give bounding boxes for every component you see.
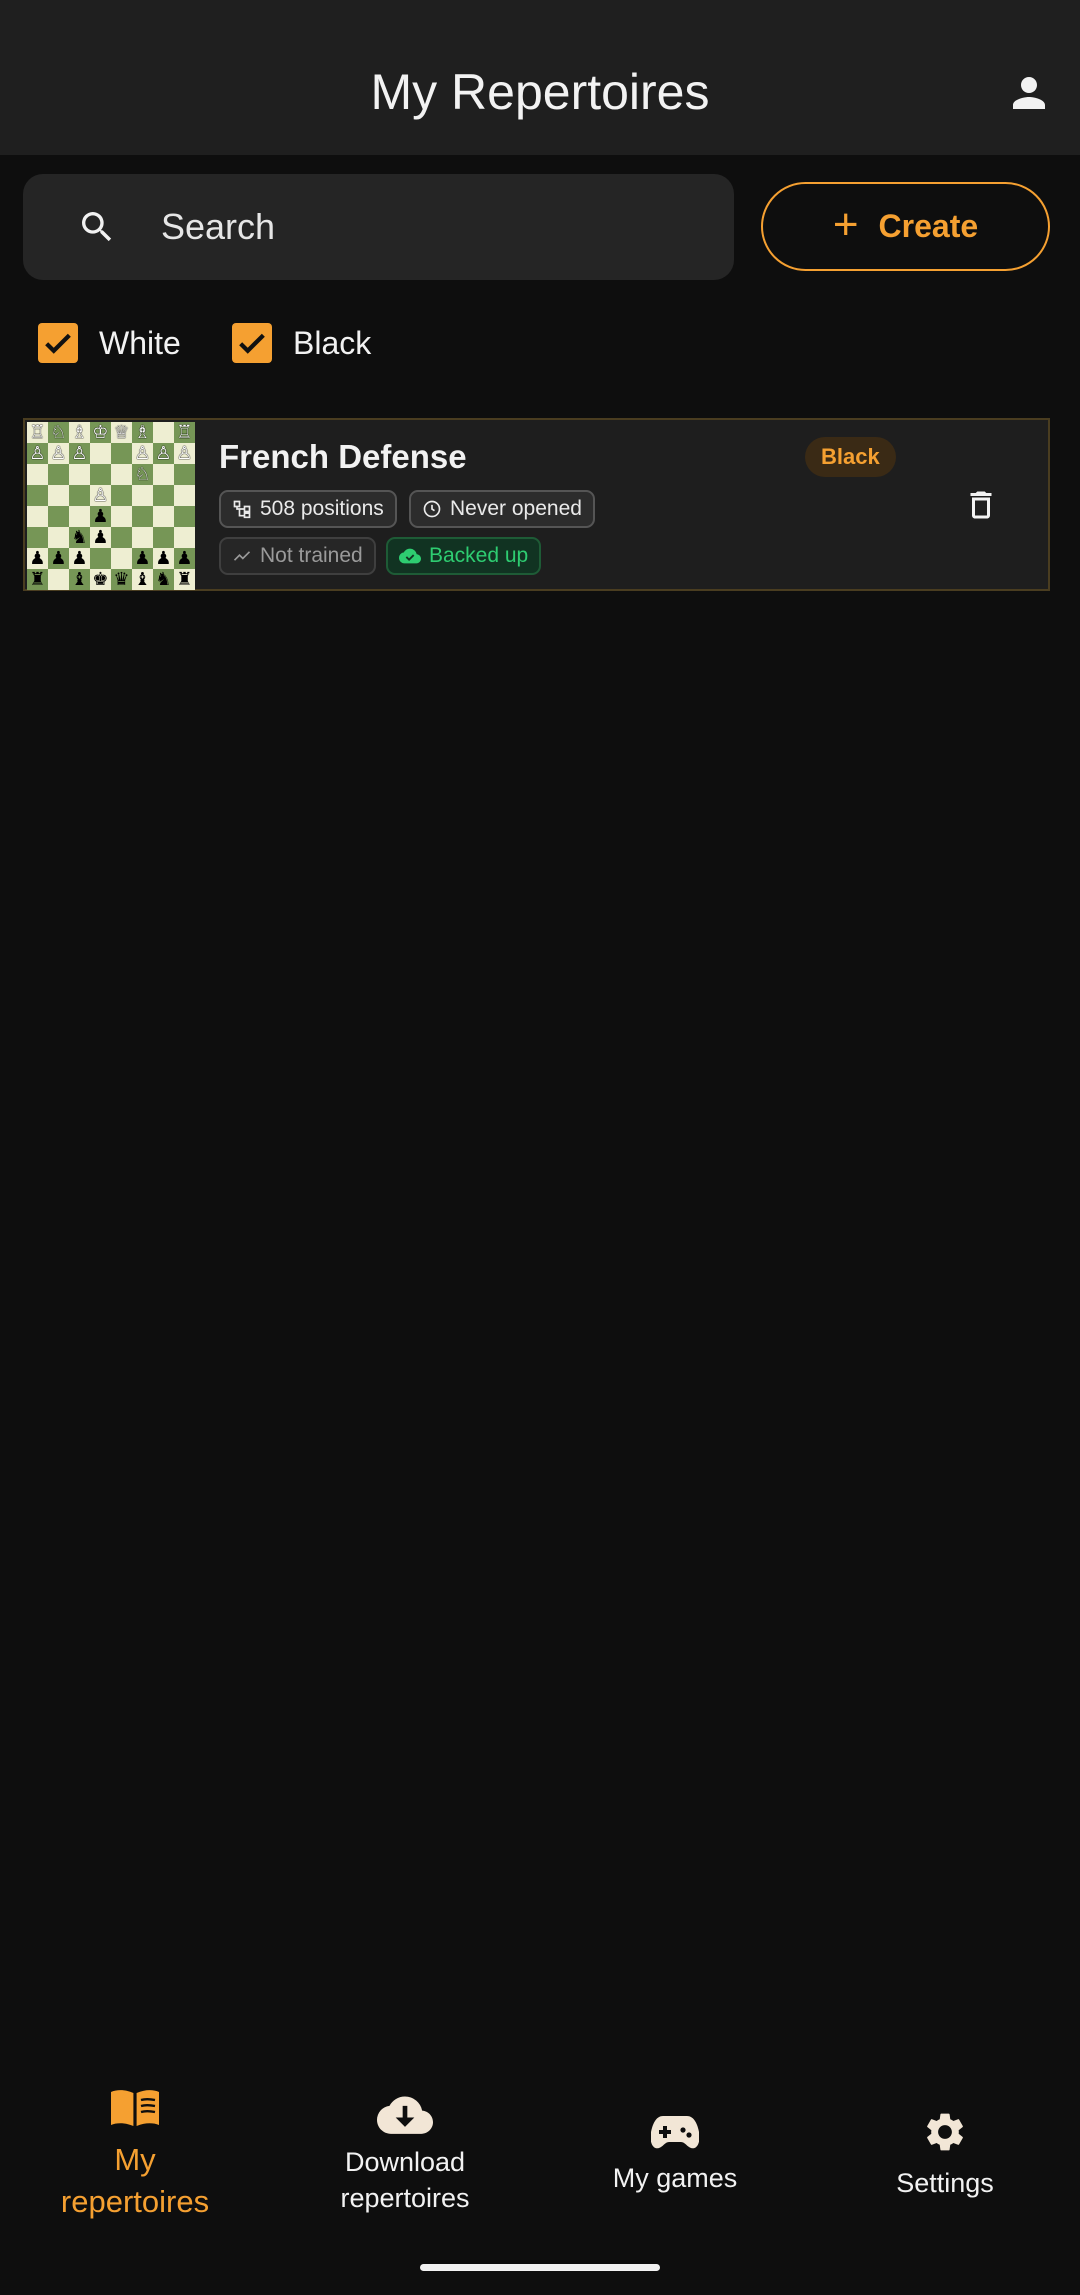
account-button[interactable] — [1006, 70, 1052, 116]
nav-download-repertoires[interactable]: Download repertoires — [270, 2065, 540, 2245]
nav-settings-label: Settings — [896, 2167, 994, 2198]
training-status: Not trained — [260, 544, 363, 567]
trending-icon — [233, 551, 251, 561]
person-icon — [1013, 77, 1045, 109]
filter-white-label: White — [99, 324, 181, 361]
filter-black[interactable]: Black — [232, 322, 371, 364]
nav-my-repertoires[interactable]: My repertoires — [0, 2065, 270, 2245]
black-checkbox[interactable] — [232, 323, 272, 363]
checkmark-icon — [45, 333, 71, 354]
home-indicator[interactable] — [420, 2264, 660, 2271]
training-chip: Not trained — [219, 537, 376, 575]
positions-chip: 508 positions — [219, 490, 397, 528]
cloud-download-icon — [377, 2096, 433, 2134]
create-button-label: Create — [878, 208, 979, 244]
tree-icon — [233, 500, 251, 519]
nav-my-repertoires-label: My repertoires — [60, 2142, 210, 2219]
create-button[interactable]: + Create — [761, 182, 1050, 271]
nav-download-repertoires-label: Download repertoires — [340, 2146, 470, 2213]
search-input[interactable] — [161, 206, 681, 248]
nav-settings[interactable]: Settings — [810, 2065, 1080, 2245]
delete-button[interactable] — [961, 483, 1001, 527]
page-title: My Repertoires — [370, 63, 710, 120]
app-bar: My Repertoires — [0, 0, 1080, 155]
last-opened-chip: Never opened — [409, 490, 595, 528]
board-thumbnail: ♖ ♘ ♗ ♔ ♕ ♗ ♖ ♙ ♙ ♙ ♙ ♙ ♙ ♘ ♙ ♟ ♞ ♟ ♟ ♟ … — [27, 422, 195, 590]
checkmark-icon — [239, 333, 265, 354]
color-badge: Black — [805, 437, 896, 477]
cloud-check-icon — [399, 548, 421, 564]
book-icon — [111, 2090, 159, 2127]
last-opened-text: Never opened — [450, 497, 582, 520]
nav-my-games[interactable]: My games — [540, 2065, 810, 2245]
backup-status: Backed up — [429, 544, 529, 567]
repertoire-card[interactable]: ♖ ♘ ♗ ♔ ♕ ♗ ♖ ♙ ♙ ♙ ♙ ♙ ♙ ♘ ♙ ♟ ♞ ♟ ♟ ♟ … — [23, 418, 1050, 591]
positions-count: 508 positions — [260, 497, 384, 520]
plus-icon: + — [832, 199, 859, 249]
gamepad-icon — [651, 2115, 699, 2149]
clock-icon — [423, 500, 441, 518]
nav-my-games-label: My games — [612, 2162, 738, 2193]
filter-white[interactable]: White — [38, 322, 181, 364]
search-icon — [75, 205, 119, 249]
gear-icon — [927, 2113, 963, 2151]
repertoire-name: French Defense — [219, 438, 467, 475]
search-box[interactable] — [23, 174, 734, 280]
backup-chip: Backed up — [386, 537, 542, 575]
white-checkbox[interactable] — [38, 323, 78, 363]
bottom-navigation: My repertoires Download repertoires My g… — [0, 2065, 1080, 2295]
filter-black-label: Black — [293, 324, 372, 361]
trash-icon — [970, 491, 992, 519]
